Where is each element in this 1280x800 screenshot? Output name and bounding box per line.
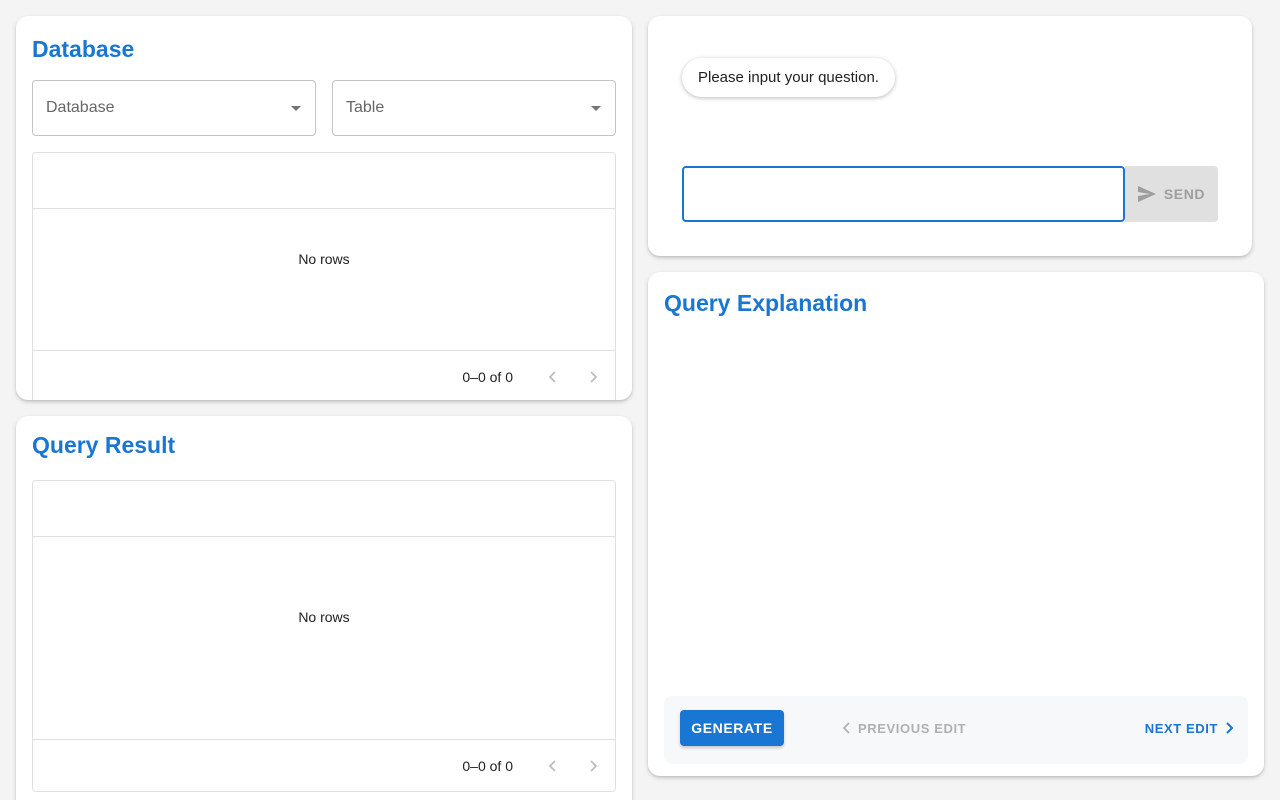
table-select[interactable]: Table bbox=[332, 80, 616, 136]
grid-pagination: 0–0 of 0 bbox=[33, 739, 615, 791]
next-edit-button[interactable]: NEXT EDIT bbox=[1145, 710, 1234, 746]
grid-pagination: 0–0 of 0 bbox=[33, 350, 615, 400]
prompt-message-bubble: Please input your question. bbox=[682, 58, 895, 97]
chevron-left-icon bbox=[842, 722, 850, 734]
database-panel-title: Database bbox=[32, 36, 135, 62]
grid-empty-message: No rows bbox=[298, 609, 350, 625]
database-panel: Database Database Table No rows 0–0 of 0 bbox=[16, 16, 632, 400]
query-explanation-title: Query Explanation bbox=[664, 290, 868, 316]
send-button[interactable]: SEND bbox=[1125, 166, 1218, 222]
query-result-panel: Query Result No rows 0–0 of 0 bbox=[16, 416, 632, 800]
chat-panel: Please input your question. SEND bbox=[648, 16, 1252, 256]
pagination-info: 0–0 of 0 bbox=[462, 758, 513, 774]
chevron-right-icon bbox=[1226, 722, 1234, 734]
database-select-label: Database bbox=[46, 99, 115, 116]
database-select[interactable]: Database bbox=[32, 80, 316, 136]
grid-column-header bbox=[33, 481, 615, 537]
grid-column-header bbox=[33, 153, 615, 209]
grid-empty-message: No rows bbox=[298, 251, 350, 267]
database-table-grid: No rows 0–0 of 0 bbox=[32, 152, 616, 400]
generate-button[interactable]: GENERATE bbox=[680, 710, 784, 746]
pagination-info: 0–0 of 0 bbox=[462, 369, 513, 385]
chevron-left-icon[interactable] bbox=[539, 752, 567, 780]
dropdown-arrow-icon bbox=[291, 106, 301, 111]
chevron-left-icon[interactable] bbox=[539, 363, 567, 391]
question-input[interactable] bbox=[682, 166, 1125, 222]
query-explanation-panel: Query Explanation GENERATE PREVIOUS EDIT… bbox=[648, 272, 1264, 776]
previous-edit-label: PREVIOUS EDIT bbox=[858, 720, 967, 736]
table-select-label: Table bbox=[346, 99, 385, 116]
send-icon bbox=[1137, 186, 1156, 202]
explanation-actions: GENERATE PREVIOUS EDIT NEXT EDIT bbox=[664, 696, 1248, 764]
next-edit-label: NEXT EDIT bbox=[1144, 720, 1218, 736]
query-result-grid: No rows 0–0 of 0 bbox=[32, 480, 616, 792]
previous-edit-button[interactable]: PREVIOUS EDIT bbox=[842, 710, 966, 746]
query-result-title: Query Result bbox=[32, 432, 176, 458]
chevron-right-icon[interactable] bbox=[579, 363, 607, 391]
dropdown-arrow-icon bbox=[591, 106, 601, 111]
chevron-right-icon[interactable] bbox=[579, 752, 607, 780]
send-button-label: SEND bbox=[1163, 186, 1206, 202]
